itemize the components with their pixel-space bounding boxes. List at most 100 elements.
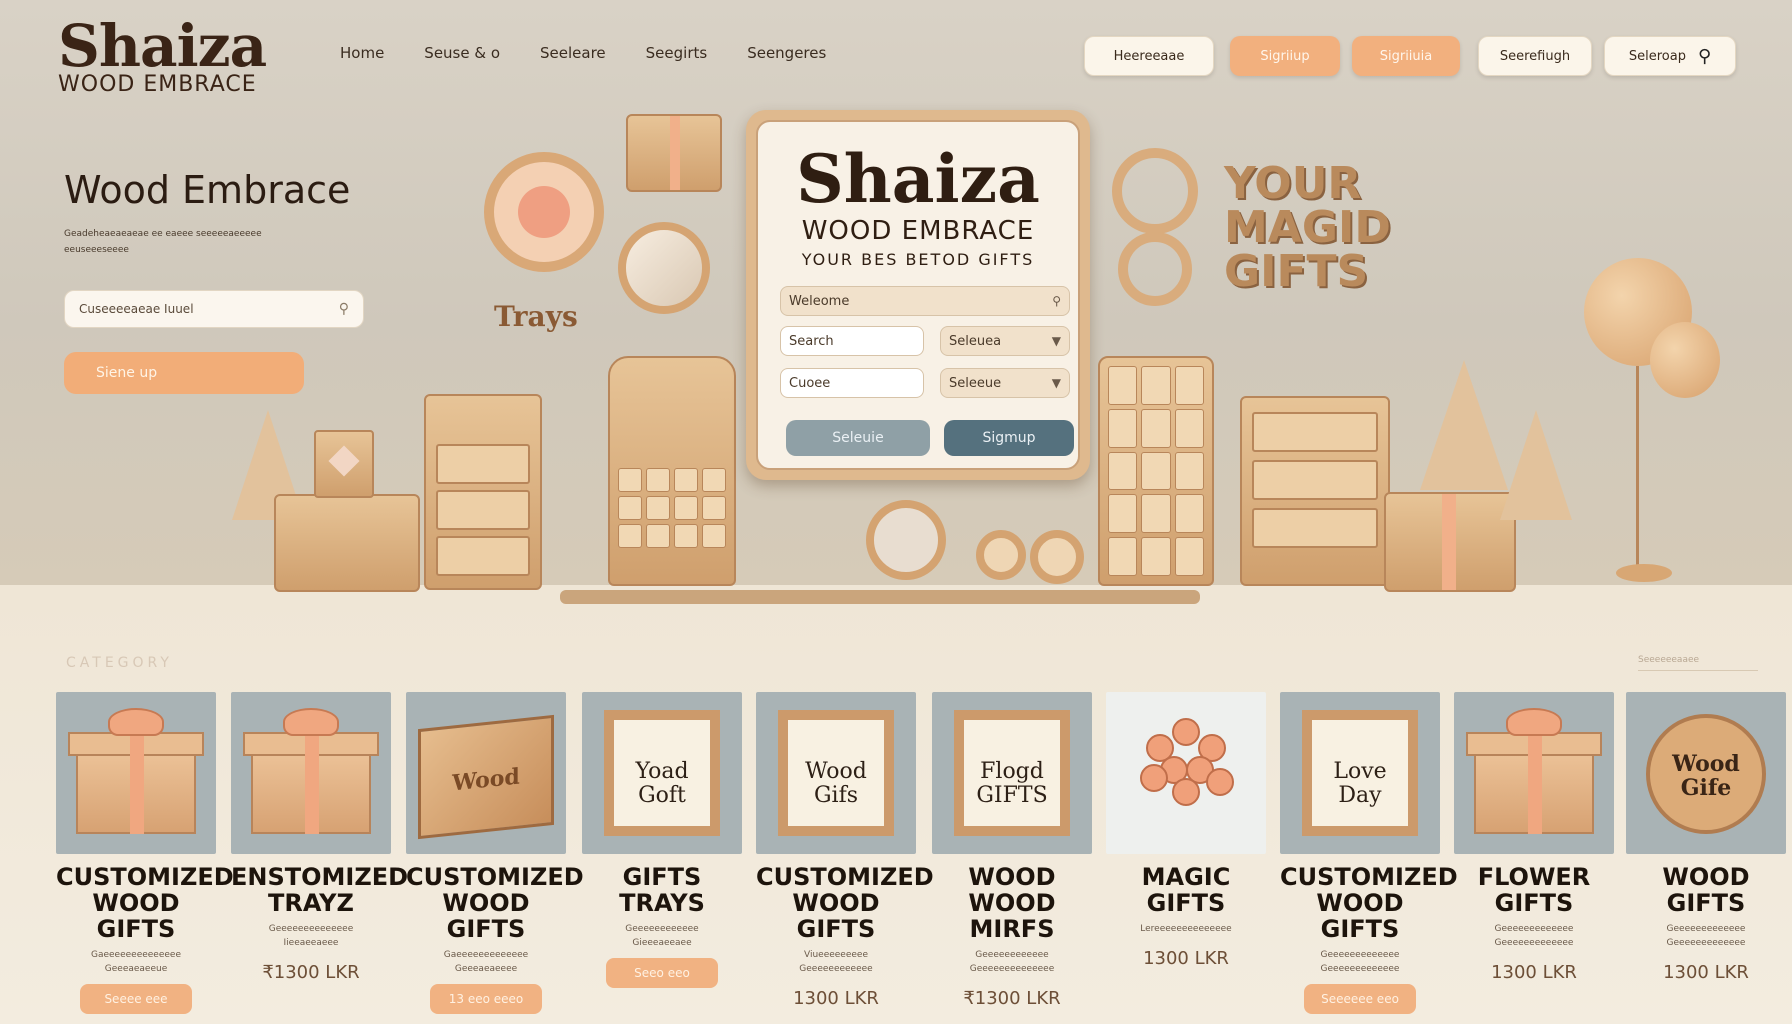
category-card[interactable]: Wood Gife WOOD GIFTS Geeeeeeeeeeeee Geeeeeeee… xyxy=(1626,692,1786,1022)
category-name[interactable]: ENSTOMIZED TRAYZ xyxy=(231,864,408,916)
category-price-button[interactable]: Seeeeee eeo xyxy=(1304,984,1416,1014)
ring-decoration xyxy=(1030,530,1084,584)
nav-item-5[interactable]: Seengeres xyxy=(747,44,826,62)
category-view-all-link[interactable]: Seeeeeeaaee xyxy=(1638,655,1758,671)
shelf-cabinet-decoration xyxy=(1098,356,1214,586)
category-image[interactable] xyxy=(56,692,216,854)
search-field[interactable]: Search xyxy=(780,326,924,356)
shelf-cabinet-decoration xyxy=(608,356,736,586)
category-card[interactable]: CUSTOMIZED WOOD GIFTS Gaeeeeeeeeeeeeee Geee… xyxy=(56,692,234,1022)
category-image[interactable]: Wood Gife xyxy=(1626,692,1786,854)
gift-bow xyxy=(283,708,339,736)
category-card[interactable]: Flogd GIFTS WOOD WOOD MIRFS Geeeeeeeeeeee Gee… xyxy=(932,692,1092,1022)
gift-box-decoration xyxy=(626,114,722,192)
welcome-field[interactable]: Weleome ⚲ xyxy=(780,286,1070,316)
crate-text: Wood xyxy=(452,763,520,797)
header-signup-button[interactable]: Sigriiup xyxy=(1230,36,1340,76)
category-description: Geeeeeeeeeeee Geeeeeeeeeeeeee xyxy=(969,950,1055,974)
category-name[interactable]: GIFTS TRAYS xyxy=(582,864,742,916)
nav-home[interactable]: Home xyxy=(340,44,384,62)
hero-input[interactable]: Cuseeeeaeae Iuuel ⚲ xyxy=(64,290,364,328)
gift-ribbon xyxy=(1528,732,1542,834)
picture-frame-icon: Flogd GIFTS xyxy=(954,710,1070,836)
picture-frame-icon: Yoad Goft xyxy=(604,710,720,836)
category-image[interactable]: Wood xyxy=(406,692,566,854)
picture-frame-icon: Wood Gifs xyxy=(778,710,894,836)
select-dropdown-1[interactable]: Seleuea ▼ xyxy=(940,326,1070,356)
category-description: Gaeeeeeeeeeeeee Geeeaeaeeee xyxy=(443,950,529,974)
balloon-decoration xyxy=(1650,322,1720,398)
category-name[interactable]: CUSTOMIZED WOOD GIFTS xyxy=(56,864,234,942)
drawer-cabinet-decoration xyxy=(1240,396,1390,586)
header-signin-button[interactable]: Sigriiuia xyxy=(1352,36,1460,76)
category-card[interactable]: ENSTOMIZED TRAYZ Geeeeeeeeeeeeee Iieeaeeaee… xyxy=(231,692,408,1022)
category-card[interactable]: Love Day CUSTOMIZED WOOD GIFTS Geeeeeeeeeeee… xyxy=(1280,692,1458,1022)
main-nav: Home Seuse & o Seeleare Seegirts Seenger… xyxy=(340,44,866,62)
category-image[interactable] xyxy=(1106,692,1266,854)
disc-text: Wood Gife xyxy=(1672,751,1740,801)
select-dropdown-2[interactable]: Seleeue ▼ xyxy=(940,368,1070,398)
category-description: Lereeeeeeeeeeeeee xyxy=(1140,924,1232,934)
category-name[interactable]: CUSTOMIZED WOOD GIFTS xyxy=(756,864,934,942)
header-search-button[interactable]: Seleroap ⚲ xyxy=(1604,36,1736,76)
header-button-1[interactable]: Heereeaae xyxy=(1084,36,1214,76)
card-login-button[interactable]: Seleuie xyxy=(786,420,930,456)
category-price: 1300 LKR xyxy=(1491,962,1577,983)
category-card[interactable]: Yoad Goft GIFTS TRAYS Geeeeeeeeeeee Gieeeaeea… xyxy=(582,692,742,1022)
nav-item-2[interactable]: Seuse & o xyxy=(424,44,500,62)
category-image[interactable]: Wood Gifs xyxy=(756,692,916,854)
category-description: Geeeeeeeeeeeee Geeeeeeeeeeeee xyxy=(1320,950,1400,974)
category-name[interactable]: CUSTOMIZED WOOD GIFTS xyxy=(406,864,584,942)
category-card[interactable]: FLOWER GIFTS Geeeeeeeeeeeee Geeeeeeeeeeeee 1… xyxy=(1454,692,1614,1022)
category-description: Geeeeeeeeeeeeee Iieeaeeaeee xyxy=(268,924,354,948)
hero-signup-button[interactable]: Siene up xyxy=(64,352,304,394)
category-price-button[interactable]: Seeee eee xyxy=(80,984,192,1014)
signup-card: Shaiza WOOD EMBRACE YOUR BES BETOD GIFTS… xyxy=(746,110,1090,480)
site-logo[interactable]: Shaiza WOOD EMBRACE xyxy=(58,14,267,97)
round-mirror-decoration xyxy=(866,500,946,580)
gift-box-decoration xyxy=(1384,492,1516,592)
category-description: Geeeeeeeeeeeee Geeeeeeeeeeeee xyxy=(1666,924,1746,948)
category-card[interactable]: Wood CUSTOMIZED WOOD GIFTS Gaeeeeeeeeeeeee G… xyxy=(406,692,584,1022)
category-image[interactable] xyxy=(1454,692,1614,854)
frame-text: Wood Gifs xyxy=(805,759,867,808)
category-name[interactable]: WOOD WOOD MIRFS xyxy=(932,864,1092,942)
gift-ribbon xyxy=(305,732,319,834)
category-card[interactable]: MAGIC GIFTS Lereeeeeeeeeeeeee 1300 LKR xyxy=(1106,692,1266,1022)
ring-decoration xyxy=(976,530,1026,580)
category-description: Gaeeeeeeeeeeeeee Geeeaeaeeue xyxy=(90,950,181,974)
category-image[interactable] xyxy=(231,692,391,854)
nav-item-4[interactable]: Seegirts xyxy=(646,44,708,62)
category-image[interactable]: Flogd GIFTS xyxy=(932,692,1092,854)
select-1-value: Seleuea xyxy=(949,333,1002,349)
card-login-label: Seleuie xyxy=(832,430,884,446)
category-price-button[interactable]: Seeo eeo xyxy=(606,958,718,988)
drawer-cabinet-decoration xyxy=(424,394,542,590)
magic-text-line-1: YOUR xyxy=(1224,158,1362,209)
card-field-3[interactable]: Cuoee xyxy=(780,368,924,398)
magic-text-line-3: GIFTS xyxy=(1224,246,1369,297)
category-image[interactable]: Yoad Goft xyxy=(582,692,742,854)
wooden-crate-decoration xyxy=(274,494,420,592)
search-field-value: Search xyxy=(789,333,834,349)
nav-item-3[interactable]: Seeleare xyxy=(540,44,606,62)
category-price-button[interactable]: 13 eeo eeeo xyxy=(430,984,542,1014)
header-button-4[interactable]: Seerefiugh xyxy=(1478,36,1592,76)
category-name[interactable]: CUSTOMIZED WOOD GIFTS xyxy=(1280,864,1458,942)
hero-input-value: Cuseeeeaeae Iuuel xyxy=(79,302,194,316)
category-name[interactable]: WOOD GIFTS xyxy=(1626,864,1786,916)
category-price: 1300 LKR xyxy=(1143,948,1229,969)
chevron-down-icon: ▼ xyxy=(1051,376,1061,390)
card-signup-button[interactable]: Sigmup xyxy=(944,420,1074,456)
flower-medallion-decoration xyxy=(484,152,604,272)
header-signup-label: Sigriiup xyxy=(1260,48,1310,64)
search-icon: ⚲ xyxy=(1697,45,1712,67)
flower-bouquet-icon xyxy=(1136,712,1236,822)
category-name[interactable]: FLOWER GIFTS xyxy=(1454,864,1614,916)
search-icon: ⚲ xyxy=(338,301,349,317)
ring-decoration xyxy=(1118,232,1192,306)
category-image[interactable]: Love Day xyxy=(1280,692,1440,854)
category-name[interactable]: MAGIC GIFTS xyxy=(1106,864,1266,916)
tree-decoration xyxy=(1500,410,1572,520)
category-card[interactable]: Wood Gifs CUSTOMIZED WOOD GIFTS Viueeeeeeeee… xyxy=(756,692,934,1022)
